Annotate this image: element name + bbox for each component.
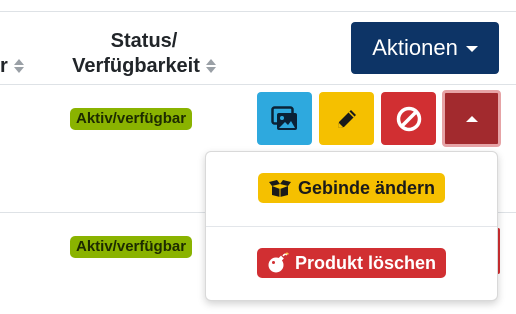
edit-button[interactable] bbox=[319, 92, 374, 145]
status-badge: Aktiv/verfügbar bbox=[70, 236, 193, 258]
change-packaging-badge[interactable]: Gebinde ändern bbox=[257, 173, 446, 203]
table-header-divider bbox=[0, 84, 516, 85]
box-open-icon bbox=[268, 180, 291, 197]
table-top-border bbox=[0, 11, 516, 12]
status-badge: Aktiv/verfügbar bbox=[70, 108, 193, 130]
caret-up-icon bbox=[465, 115, 478, 122]
column-header-status[interactable]: Status/ Verfügbarkeit bbox=[52, 29, 236, 79]
row-actions-toggle-button[interactable] bbox=[442, 90, 501, 147]
actions-button-label: Aktionen bbox=[372, 35, 458, 60]
column-header-previous[interactable]: r bbox=[0, 54, 24, 78]
images-icon bbox=[270, 105, 297, 130]
column-header-previous-label: r bbox=[0, 55, 8, 77]
caret-down-icon bbox=[465, 46, 478, 52]
actions-dropdown-button[interactable]: Aktionen bbox=[351, 22, 499, 74]
sort-icon[interactable] bbox=[205, 59, 216, 74]
delete-product-badge[interactable]: Produkt löschen bbox=[256, 248, 447, 278]
change-packaging-label: Gebinde ändern bbox=[297, 178, 436, 198]
dropdown-divider bbox=[206, 226, 497, 227]
dropdown-item-change-packaging[interactable]: Gebinde ändern bbox=[206, 173, 497, 203]
sort-icon[interactable] bbox=[13, 58, 24, 74]
row-actions-dropdown-menu: Gebinde ändern Produkt löschen bbox=[205, 151, 498, 301]
column-header-status-line2: Verfügbarkeit bbox=[72, 55, 200, 77]
deactivate-button[interactable] bbox=[381, 92, 436, 145]
ban-icon bbox=[396, 106, 421, 131]
images-button[interactable] bbox=[257, 92, 312, 145]
pencil-icon bbox=[337, 109, 356, 128]
bomb-icon bbox=[268, 252, 289, 273]
column-header-status-line1: Status/ bbox=[110, 30, 178, 52]
delete-product-label: Produkt löschen bbox=[294, 253, 437, 273]
dropdown-item-delete-product[interactable]: Produkt löschen bbox=[206, 248, 497, 278]
